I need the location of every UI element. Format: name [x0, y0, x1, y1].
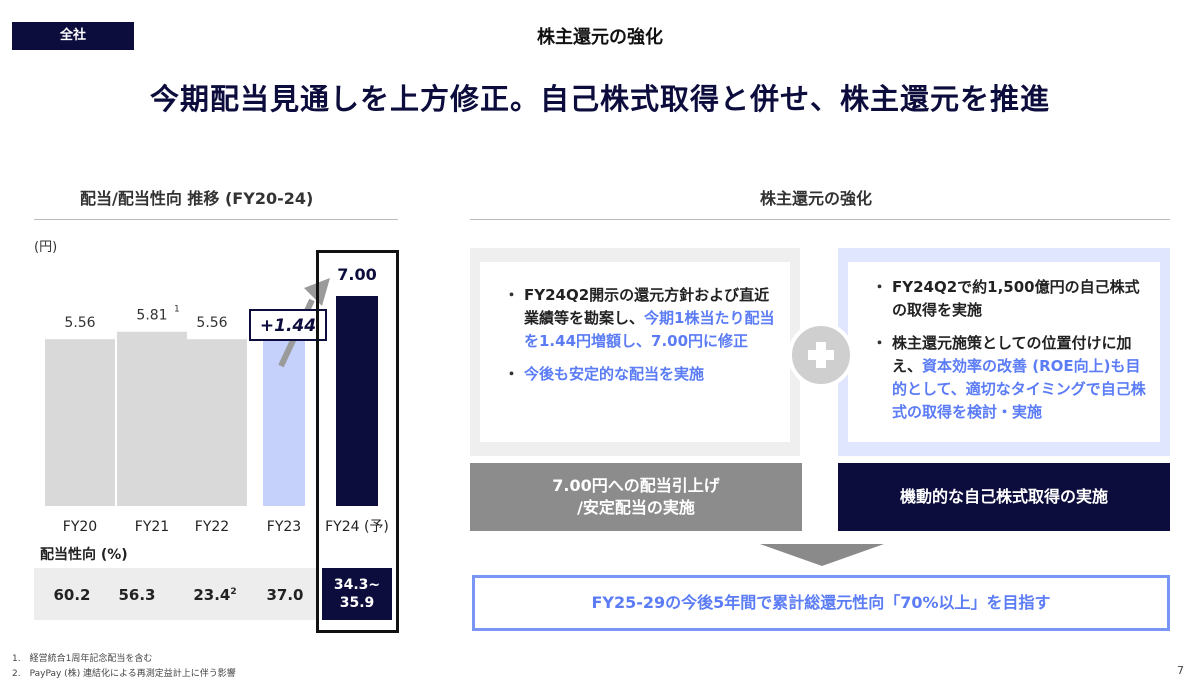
buyback-action-box: 機動的な自己株式取得の実施: [838, 463, 1170, 531]
category-label: FY22: [195, 519, 229, 535]
return-panel-title: 株主還元の強化: [760, 189, 873, 208]
dividend-policy-inner: FY24Q2開示の還元方針および直近業績等を勘案し、今期1株当たり配当を1.44…: [480, 262, 790, 442]
bar-fy20: [45, 339, 115, 506]
return-panel-rule: [470, 219, 1170, 220]
payout-ratio-fy23: 37.0: [266, 586, 304, 604]
buyback-bullet-2: 株主還元施策としての位置付けに加え、資本効率の改善 (ROE向上)も目的として、…: [872, 332, 1146, 424]
buyback-policy-box: FY24Q2で約1,500億円の自己株式の取得を実施 株主還元施策としての位置付…: [838, 248, 1170, 456]
payout-ratio-fy21: 56.3: [118, 586, 156, 604]
plus-icon: [788, 322, 854, 388]
category-label: FY20: [63, 519, 97, 535]
down-arrow-icon: [760, 544, 884, 566]
footnote-2: 2. PayPay (株) 連結化による再測定益計上に伴う影響: [12, 669, 236, 679]
bar-value-label: 5.56: [196, 315, 227, 331]
buyback-bullet-1: FY24Q2で約1,500億円の自己株式の取得を実施: [872, 276, 1146, 322]
buyback-policy-inner: FY24Q2で約1,500億円の自己株式の取得を実施 株主還元施策としての位置付…: [848, 262, 1160, 442]
dividend-action-line1: 7.00円への配当引上げ: [552, 476, 720, 495]
payout-ratio-label: 配当性向 (%): [40, 547, 128, 563]
footnote-marker-1: 1: [174, 305, 180, 315]
bar-fy21: [117, 331, 187, 506]
page-number: 7: [1177, 664, 1184, 677]
dividend-bullet-1: FY24Q2開示の還元方針および直近業績等を勘案し、今期1株当たり配当を1.44…: [504, 284, 776, 353]
footnote-marker-2: 2: [230, 587, 237, 597]
dividend-action-line2: /安定配当の実施: [577, 498, 695, 517]
bar-fy22: [177, 339, 247, 506]
bar-value-label: 5.81: [136, 308, 167, 324]
increase-label: +1.44: [260, 316, 316, 336]
footnote-1: 1. 経営統合1周年記念配当を含む: [12, 654, 153, 664]
payout-ratio-fy22: 23.42: [193, 586, 237, 604]
category-label: FY23: [267, 519, 301, 535]
dividend-action-box: 7.00円への配当引上げ /安定配当の実施: [470, 463, 802, 531]
total-return-goal: FY25-29の今後5年間で累計総還元性向「70%以上」を目指す: [472, 575, 1170, 631]
category-label: FY21: [135, 519, 169, 535]
payout-ratio-fy20: 60.2: [53, 586, 91, 604]
dividend-bullet-2: 今後も安定的な配当を実施: [504, 363, 776, 386]
bar-value-label: 5.56: [64, 315, 95, 331]
fy24-highlight-frame: [316, 250, 399, 633]
dividend-policy-box: FY24Q2開示の還元方針および直近業績等を勘案し、今期1株当たり配当を1.44…: [470, 248, 800, 456]
